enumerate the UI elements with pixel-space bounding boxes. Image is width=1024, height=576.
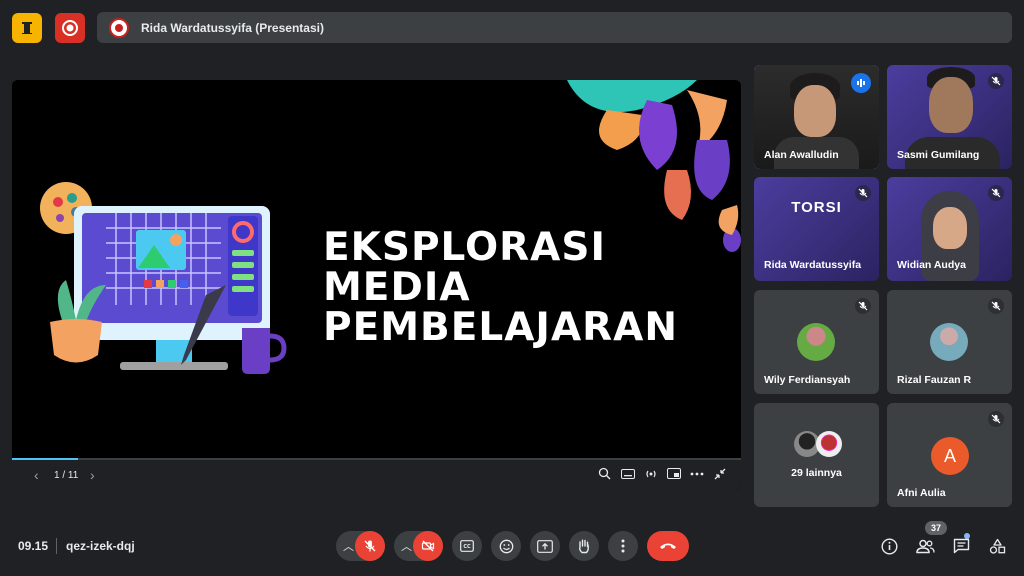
- mic-off-button[interactable]: [355, 531, 385, 561]
- record-icon: [62, 20, 78, 36]
- speaking-indicator-icon: [851, 73, 871, 93]
- face-shape: [929, 77, 973, 133]
- participant-name: Widian Audya: [897, 259, 966, 271]
- participant-initial-avatar: A: [931, 437, 969, 475]
- participant-tile-3[interactable]: TORSI Rida Wardatussyifa: [754, 177, 879, 281]
- mic-off-icon: [364, 540, 376, 552]
- emoji-icon: [499, 539, 513, 553]
- mic-off-icon: [988, 185, 1004, 201]
- participant-name: Sasmi Gumilang: [897, 149, 980, 161]
- chat-icon: [953, 538, 969, 554]
- chat-button[interactable]: [951, 536, 971, 556]
- keyboard-icon[interactable]: [620, 466, 635, 481]
- present-screen-icon: [537, 539, 553, 553]
- more-vertical-icon: [621, 539, 625, 553]
- shapes-icon: [989, 538, 1005, 554]
- others-count: 29 lainnya: [791, 467, 842, 479]
- presenter-banner[interactable]: Rida Wardatussyifa (Presentasi): [97, 12, 1012, 43]
- picture-in-picture-icon[interactable]: [666, 466, 681, 481]
- recording-button[interactable]: [55, 13, 85, 43]
- leave-call-button[interactable]: [647, 531, 689, 561]
- mic-off-icon: [988, 411, 1004, 427]
- slide-title-line-2: MEDIA: [323, 265, 471, 310]
- microphone-control[interactable]: ︿: [336, 531, 385, 561]
- participant-tile-4[interactable]: Widian Audya: [887, 177, 1012, 281]
- slide-title: EKSPLORASI MEDIA PEMBELAJARAN: [323, 228, 678, 348]
- next-slide-button[interactable]: ›: [90, 467, 95, 483]
- more-options-button[interactable]: [608, 531, 638, 561]
- page-indicator: 1 / 11: [54, 470, 79, 481]
- clock: 09.15: [18, 539, 49, 553]
- camera-off-icon: [421, 540, 435, 552]
- reactions-button[interactable]: [491, 531, 521, 561]
- participant-name: Afni Aulia: [897, 487, 946, 499]
- people-icon: [915, 539, 935, 553]
- other-participants-tile[interactable]: 29 lainnya: [754, 403, 879, 507]
- info-icon: [880, 537, 898, 555]
- collapse-icon[interactable]: [712, 466, 727, 481]
- hand-icon: [579, 539, 589, 554]
- mic-off-icon: [988, 73, 1004, 89]
- captions-icon: CC: [460, 540, 474, 552]
- building-icon: [22, 22, 32, 34]
- presenter-avatar: [109, 17, 129, 38]
- face-shape: [794, 85, 836, 137]
- people-count-badge: 37: [925, 521, 947, 535]
- mic-off-icon: [855, 185, 871, 201]
- camera-control[interactable]: ︿: [394, 531, 443, 561]
- participant-tile-2[interactable]: Sasmi Gumilang: [887, 65, 1012, 169]
- meeting-code: qez-izek-dqj: [66, 539, 135, 553]
- phone-hangup-icon: [660, 543, 676, 549]
- group-avatar-2: [816, 431, 842, 457]
- participant-tile-8[interactable]: A Afni Aulia: [887, 403, 1012, 507]
- captions-button[interactable]: CC: [452, 531, 482, 561]
- participant-tile-6[interactable]: Rizal Fauzan R: [887, 290, 1012, 394]
- chevron-up-icon[interactable]: ︿: [343, 538, 354, 554]
- previous-slide-button[interactable]: ‹: [34, 467, 39, 483]
- participant-name: Alan Awalludin: [764, 149, 839, 161]
- chevron-up-icon[interactable]: ︿: [401, 538, 412, 554]
- zoom-icon[interactable]: [597, 466, 612, 481]
- participant-avatar: [930, 323, 968, 361]
- building-icon-button[interactable]: [12, 13, 42, 43]
- monitor-illustration: [40, 182, 287, 374]
- slide-title-line-1: EKSPLORASI: [323, 225, 606, 270]
- face-shape: [933, 207, 967, 249]
- mic-off-icon: [855, 298, 871, 314]
- divider: [56, 538, 57, 554]
- torsi-overlay-text: TORSI: [791, 199, 842, 216]
- participant-name: Rizal Fauzan R: [897, 374, 972, 386]
- activities-button[interactable]: [987, 536, 1007, 556]
- participant-avatar: [797, 323, 835, 361]
- participant-tile-1[interactable]: Alan Awalludin: [754, 65, 879, 169]
- meeting-details-button[interactable]: [879, 536, 899, 556]
- svg-text:CC: CC: [463, 544, 471, 550]
- participant-tile-5[interactable]: Wily Ferdiansyah: [754, 290, 879, 394]
- presentation-controls: ‹ 1 / 11 ›: [12, 460, 741, 490]
- participant-name: Rida Wardatussyifa: [764, 259, 862, 271]
- people-button[interactable]: [915, 536, 935, 556]
- participant-name: Wily Ferdiansyah: [764, 374, 851, 386]
- audio-waves-icon[interactable]: [643, 466, 658, 481]
- present-button[interactable]: [530, 531, 560, 561]
- slide-title-line-3: PEMBELAJARAN: [323, 305, 678, 350]
- more-options-icon[interactable]: [689, 466, 704, 481]
- camera-off-button[interactable]: [413, 531, 443, 561]
- slide: EKSPLORASI MEDIA PEMBELAJARAN: [12, 80, 741, 458]
- raise-hand-button[interactable]: [569, 531, 599, 561]
- mic-off-icon: [988, 298, 1004, 314]
- presentation-stage[interactable]: EKSPLORASI MEDIA PEMBELAJARAN ‹ 1 / 11 ›: [12, 80, 741, 490]
- presenter-title: Rida Wardatussyifa (Presentasi): [141, 20, 324, 35]
